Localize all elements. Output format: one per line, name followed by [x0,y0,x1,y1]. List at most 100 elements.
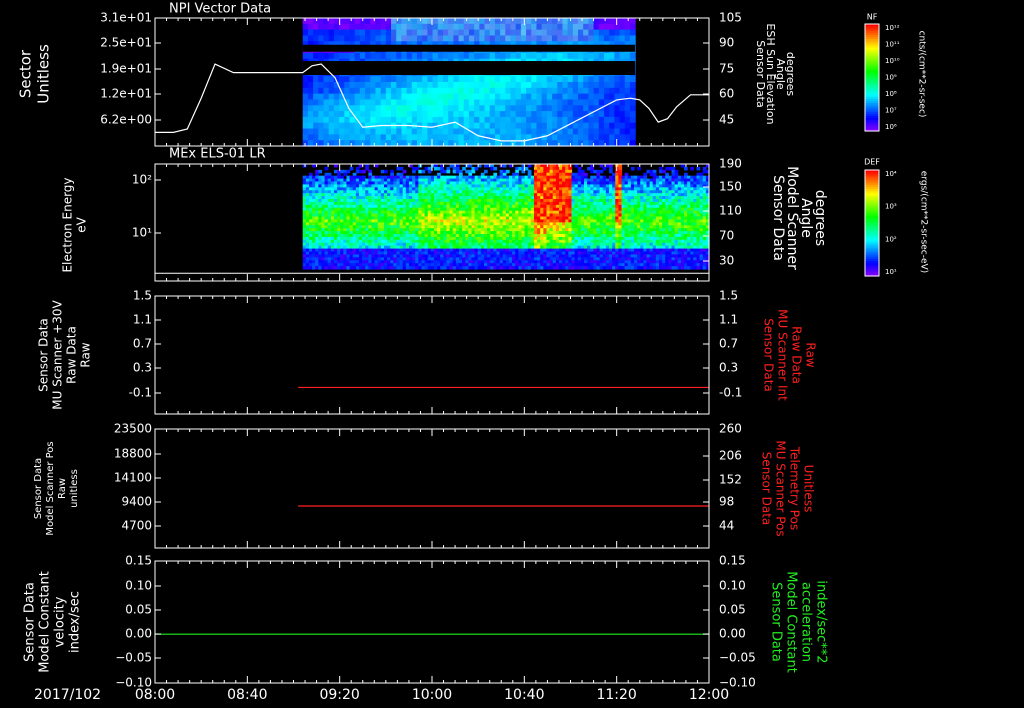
spectro-cell [552,29,558,37]
spectro-cell [562,134,569,141]
spectro-cell [333,35,340,42]
spectro-cell [526,35,532,42]
spectro-cell [406,18,413,25]
spectro-cell [614,76,621,83]
spectro-cell [313,35,319,42]
spectro-cell [541,134,548,141]
spectro-cell [359,128,366,135]
spectro-cell [427,29,434,37]
spectro-cell [536,35,543,42]
spectro-cell [526,76,532,83]
spectro-cell [453,99,460,106]
spectro-cell [339,35,345,42]
spectro-cell [437,134,444,141]
spectro-cell [510,35,517,42]
colorbar-tick: 10⁸ [885,90,897,98]
spectro-cell [536,111,543,118]
spectro-cell [453,29,460,37]
spectro-cell [578,134,584,141]
spectro-cell [603,23,610,31]
spectro-cell [391,105,397,112]
spectro-cell [359,29,366,37]
spectro-cell [370,82,377,89]
spectro-cell [380,134,387,141]
spectro-cell [385,18,392,25]
spectro-cell [416,76,423,83]
spectro-cell [458,111,465,118]
spectro-cell [531,134,538,141]
spectro-cell [328,18,335,25]
spectro-cell [427,52,434,60]
spectro-cell [370,29,377,37]
spectro-cell [422,105,428,112]
spectro-cell [307,111,314,118]
spectro-cell [406,128,413,135]
spectro-cell [349,116,356,124]
spectro-cell [593,18,600,25]
spectro-cell [536,116,543,124]
spectro-cell [515,134,522,141]
spectro-cell [354,52,361,60]
colorbar-units: cnts/(cm**2-sr-sec) [917,31,927,118]
spectro-cell [339,52,345,60]
spectro-cell [619,122,626,130]
spectro-cell [629,122,636,130]
spectro-cell [505,128,512,135]
spectro-cell [489,128,496,135]
spectro-cell [339,99,345,106]
spectro-cell [453,128,460,135]
spectro-cell [629,111,636,118]
spectro-cell [375,87,382,95]
spectro-cell [536,87,543,95]
spectro-cell [527,164,532,168]
spectro-cell [318,23,325,31]
spectro-cell [629,76,636,83]
spectro-cell [536,122,543,130]
spectro-cell [515,122,522,130]
spectro-cell [578,29,584,37]
spectro-cell [541,35,548,42]
spectro-cell [339,111,345,118]
spectro-cell [520,99,527,106]
spectro-cell [422,122,428,130]
spectro-cell [422,76,428,83]
spectro-cell [442,128,449,135]
spectro-cell [468,23,475,31]
panel-title: NPI Vector Data [169,2,271,17]
spectro-cell [406,23,413,31]
spectro-cell [324,166,329,171]
spectro-cell [328,105,335,112]
spectro-cell [536,23,543,31]
spectro-cell [598,99,605,106]
spectro-cell [593,99,600,106]
spectro-cell [453,134,460,141]
spectro-cell [557,116,564,124]
spectro-cell [391,93,397,101]
spectro-cell [468,76,475,83]
spectro-cell [583,105,589,112]
spectro-cell [385,76,392,83]
spectro-cell [344,111,351,118]
spectro-cell [531,23,538,31]
spectro-cell [453,18,460,25]
spectro-cell [479,23,486,31]
spectro-cell [401,52,408,60]
spectro-cell [448,99,454,106]
spectro-cell [598,23,605,31]
spectro-cell [515,116,522,124]
spectro-cell [370,105,377,112]
spectro-cell [588,82,595,89]
spectro-cell [422,29,428,37]
y2-tick-label: 45 [719,113,734,127]
spectro-cell [515,111,522,118]
spectro-cell [313,29,319,37]
spectro-cell [515,87,522,95]
spectro-cell [484,111,491,118]
spectro-cell [383,169,388,174]
spectro-cell [541,111,548,118]
spectro-cell [391,116,397,124]
spectro-cell [572,134,579,141]
spectro-cell [510,111,517,118]
spectro-cell [401,93,408,101]
spectro-cell [349,52,356,60]
